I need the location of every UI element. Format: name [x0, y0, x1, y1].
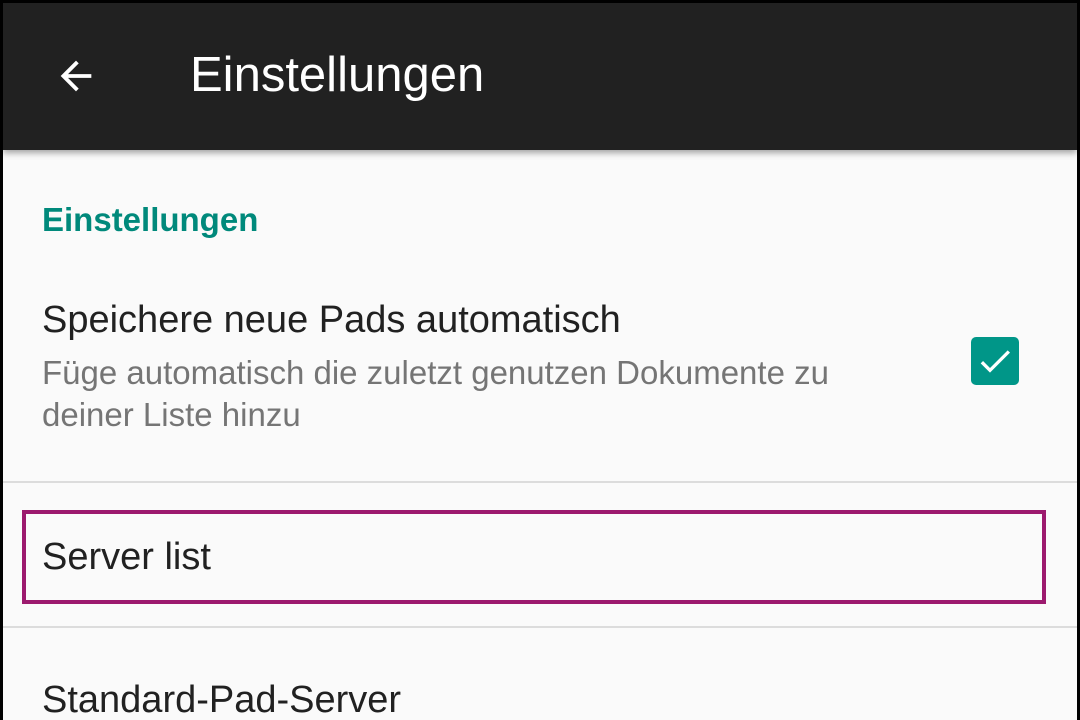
page-title: Einstellungen — [190, 48, 485, 102]
app-window: Einstellungen Einstellungen Speichere ne… — [3, 3, 1077, 720]
default-pad-server-title: Standard-Pad-Server — [42, 679, 402, 720]
autosave-setting-summary: Füge automatisch die zuletzt genutzen Do… — [42, 354, 829, 433]
autosave-checkbox[interactable] — [971, 337, 1019, 385]
arrow-back-icon — [60, 60, 92, 92]
autosave-setting-title: Speichere neue Pads automatisch — [42, 299, 621, 341]
autosave-pads-setting[interactable]: Speichere neue Pads automatisch Füge aut… — [3, 281, 1077, 481]
check-icon — [980, 350, 1010, 373]
default-pad-server-setting[interactable]: Standard-Pad-Server — [3, 628, 1077, 720]
settings-list: Einstellungen Speichere neue Pads automa… — [3, 150, 1077, 720]
back-button[interactable] — [36, 36, 116, 116]
server-list-setting[interactable]: Server list — [3, 483, 1077, 626]
app-bar: Einstellungen — [3, 3, 1077, 150]
server-list-title: Server list — [42, 536, 211, 578]
category-title: Einstellungen — [42, 201, 259, 238]
